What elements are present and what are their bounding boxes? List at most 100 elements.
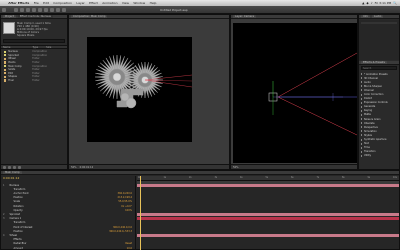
tab-effects-presets[interactable]: Effects & Presets <box>361 60 387 65</box>
spotlight-icon[interactable]: 🔍 <box>393 1 397 5</box>
expand-triangle-icon[interactable] <box>361 113 362 116</box>
layer-duration-bar[interactable] <box>137 212 399 216</box>
expand-triangle-icon[interactable] <box>361 154 362 157</box>
property-value[interactable]: 360.0,240.0 <box>118 192 135 195</box>
current-time-indicator[interactable] <box>140 176 141 250</box>
project-search-input[interactable] <box>3 39 65 43</box>
effects-search-input[interactable]: Search <box>361 66 397 70</box>
property-value[interactable]: 360.0,240.0,0.0 <box>113 226 135 229</box>
layer-zoom-menu[interactable]: 50% <box>233 166 239 169</box>
menu-app[interactable]: After Effects <box>6 1 32 5</box>
camera-tool-icon[interactable] <box>38 7 42 12</box>
property-value[interactable]: Reset <box>125 242 135 245</box>
expand-triangle-icon[interactable] <box>361 118 362 121</box>
label-color-swatch[interactable] <box>4 75 7 79</box>
new-composition-icon[interactable] <box>13 165 16 169</box>
expand-triangle-icon[interactable] <box>361 73 362 76</box>
ruler-tick-label: 6s <box>291 176 294 179</box>
zoom-tool-icon[interactable] <box>26 7 30 12</box>
menu-effect[interactable]: Effect <box>87 1 100 5</box>
new-folder-icon[interactable] <box>8 165 11 169</box>
project-item[interactable]: Final Folder <box>1 79 67 83</box>
menu-composition[interactable]: Composition <box>51 1 74 5</box>
tab-layer[interactable]: Layer: Camera <box>233 14 257 19</box>
expand-triangle-icon[interactable] <box>361 130 362 133</box>
label-color-swatch[interactable] <box>4 61 7 64</box>
trash-icon[interactable] <box>18 165 21 169</box>
menu-file[interactable]: File <box>32 1 41 5</box>
text-tool-icon[interactable] <box>56 7 60 12</box>
pen-tool-icon[interactable] <box>50 7 54 12</box>
rotate-tool-icon[interactable] <box>32 7 36 12</box>
label-color-swatch[interactable] <box>4 68 7 71</box>
label-color-swatch[interactable] <box>4 54 7 57</box>
brush-tool-icon[interactable] <box>62 7 66 12</box>
expand-triangle-icon[interactable] <box>361 85 362 88</box>
label-color-swatch[interactable] <box>4 57 7 61</box>
layer-duration-bar[interactable] <box>137 183 399 187</box>
expand-triangle-icon[interactable] <box>361 150 362 153</box>
comp-timecode[interactable]: 0:00:01:12 <box>80 166 94 169</box>
menu-view[interactable]: View <box>120 1 132 5</box>
status-item-2[interactable]: ◆ <box>366 1 368 5</box>
tab-info[interactable]: Info <box>361 14 370 19</box>
property-value[interactable]: 0x +0.0° <box>121 205 135 208</box>
timeline-tabs: Main Comp <box>1 170 399 175</box>
property-value[interactable]: 360.0,240.0,-533.3 <box>109 230 135 233</box>
expand-triangle-icon[interactable] <box>361 122 362 125</box>
composition-canvas[interactable] <box>87 37 193 142</box>
project-item-name: Sprocket <box>8 53 19 57</box>
property-value[interactable]: 213.2,198.4 <box>118 196 135 199</box>
interpret-footage-icon[interactable] <box>3 165 6 169</box>
expand-triangle-icon[interactable] <box>361 93 362 96</box>
column-size[interactable]: Size <box>46 46 51 49</box>
layer-duration-bar[interactable] <box>137 233 399 237</box>
menu-window[interactable]: Window <box>131 1 147 5</box>
menu-help[interactable]: Help <box>147 1 158 5</box>
tab-effect-controls[interactable]: Effect Controls: Nucleus <box>17 14 53 19</box>
expand-triangle-icon[interactable] <box>361 77 362 80</box>
tab-project[interactable]: Project <box>3 14 16 19</box>
effect-category-item[interactable]: Utility <box>359 154 399 158</box>
expand-triangle-icon[interactable] <box>361 142 362 145</box>
property-value[interactable]: 100% <box>125 209 135 212</box>
label-color-swatch[interactable] <box>4 50 7 53</box>
label-color-swatch[interactable] <box>4 79 7 82</box>
layer-viewer-tabs: Layer: Camera <box>231 14 357 19</box>
volume-icon[interactable]: ♪ <box>371 1 373 5</box>
menu-edit[interactable]: Edit <box>41 1 51 5</box>
expand-triangle-icon[interactable] <box>361 105 362 108</box>
layer-duration-bar[interactable] <box>137 217 399 221</box>
expand-triangle-icon[interactable] <box>361 146 362 149</box>
property-value[interactable]: 55.0,55.0% <box>118 200 135 203</box>
pan-behind-tool-icon[interactable] <box>44 7 48 12</box>
timeline-timecode[interactable]: 0:00:01:12 <box>3 176 19 180</box>
expand-triangle-icon[interactable] <box>361 89 362 92</box>
selection-tool-icon[interactable] <box>14 7 18 12</box>
effects-tabbar: Effects & Presets <box>359 60 399 65</box>
comp-zoom-menu[interactable]: 50% <box>71 166 77 169</box>
label-color-swatch[interactable] <box>4 65 7 68</box>
tab-main-comp[interactable]: Main Comp <box>3 170 22 175</box>
expand-triangle-icon[interactable] <box>361 81 362 84</box>
column-name[interactable]: Name <box>3 46 10 49</box>
clock[interactable]: Fri 3:11 PM <box>375 1 392 5</box>
property-value[interactable]: 10.0 <box>127 247 135 250</box>
close-window-icon[interactable] <box>2 7 6 12</box>
timeline-property-row[interactable]: Amount 10.0 <box>1 246 135 250</box>
tab-audio[interactable]: Audio <box>371 14 384 19</box>
menu-animation[interactable]: Animation <box>100 1 120 5</box>
column-type[interactable]: Type <box>32 46 38 49</box>
expand-triangle-icon[interactable] <box>361 101 362 104</box>
status-item-1[interactable]: ▲ <box>362 1 364 5</box>
expand-triangle-icon[interactable] <box>361 138 362 141</box>
hand-tool-icon[interactable] <box>20 7 24 12</box>
menu-layer[interactable]: Layer <box>74 1 87 5</box>
expand-triangle-icon[interactable] <box>361 97 362 100</box>
expand-triangle-icon[interactable] <box>361 126 362 129</box>
layer-canvas[interactable] <box>233 23 358 163</box>
expand-triangle-icon[interactable] <box>361 134 362 137</box>
expand-triangle-icon[interactable] <box>361 109 362 112</box>
label-color-swatch[interactable] <box>4 72 7 75</box>
tab-composition[interactable]: Composition: Main Comp <box>71 14 108 19</box>
